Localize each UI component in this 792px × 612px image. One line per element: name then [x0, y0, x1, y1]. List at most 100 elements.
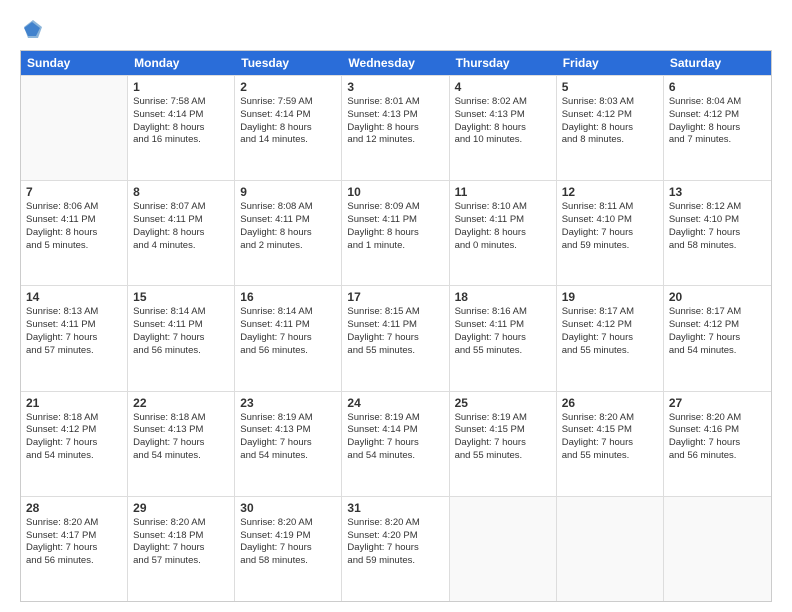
- calendar-cell: 27Sunrise: 8:20 AMSunset: 4:16 PMDayligh…: [664, 392, 771, 496]
- daylight-text-2: and 7 minutes.: [669, 134, 766, 147]
- daylight-text: Daylight: 7 hours: [133, 542, 229, 555]
- sunset-text: Sunset: 4:12 PM: [669, 319, 766, 332]
- sunset-text: Sunset: 4:11 PM: [26, 214, 122, 227]
- daylight-text: Daylight: 7 hours: [347, 332, 443, 345]
- sunrise-text: Sunrise: 8:06 AM: [26, 201, 122, 214]
- sunrise-text: Sunrise: 8:12 AM: [669, 201, 766, 214]
- sunrise-text: Sunrise: 8:20 AM: [133, 517, 229, 530]
- sunset-text: Sunset: 4:15 PM: [562, 424, 658, 437]
- daylight-text: Daylight: 7 hours: [240, 332, 336, 345]
- calendar-cell: 13Sunrise: 8:12 AMSunset: 4:10 PMDayligh…: [664, 181, 771, 285]
- sunset-text: Sunset: 4:10 PM: [562, 214, 658, 227]
- sunset-text: Sunset: 4:19 PM: [240, 530, 336, 543]
- sunset-text: Sunset: 4:11 PM: [347, 214, 443, 227]
- sunrise-text: Sunrise: 8:17 AM: [669, 306, 766, 319]
- day-number: 11: [455, 185, 551, 199]
- daylight-text: Daylight: 8 hours: [133, 227, 229, 240]
- daylight-text: Daylight: 7 hours: [455, 437, 551, 450]
- daylight-text-2: and 56 minutes.: [240, 345, 336, 358]
- calendar-cell: 4Sunrise: 8:02 AMSunset: 4:13 PMDaylight…: [450, 76, 557, 180]
- calendar-cell: 20Sunrise: 8:17 AMSunset: 4:12 PMDayligh…: [664, 286, 771, 390]
- calendar-row-5: 28Sunrise: 8:20 AMSunset: 4:17 PMDayligh…: [21, 496, 771, 601]
- daylight-text-2: and 56 minutes.: [133, 345, 229, 358]
- daylight-text: Daylight: 7 hours: [240, 542, 336, 555]
- sunset-text: Sunset: 4:11 PM: [347, 319, 443, 332]
- calendar-cell: 15Sunrise: 8:14 AMSunset: 4:11 PMDayligh…: [128, 286, 235, 390]
- sunrise-text: Sunrise: 8:09 AM: [347, 201, 443, 214]
- day-number: 22: [133, 396, 229, 410]
- daylight-text-2: and 0 minutes.: [455, 240, 551, 253]
- calendar-cell: 30Sunrise: 8:20 AMSunset: 4:19 PMDayligh…: [235, 497, 342, 601]
- sunset-text: Sunset: 4:17 PM: [26, 530, 122, 543]
- sunset-text: Sunset: 4:14 PM: [347, 424, 443, 437]
- sunset-text: Sunset: 4:11 PM: [26, 319, 122, 332]
- daylight-text-2: and 1 minute.: [347, 240, 443, 253]
- sunset-text: Sunset: 4:14 PM: [133, 109, 229, 122]
- sunset-text: Sunset: 4:11 PM: [455, 319, 551, 332]
- sunset-text: Sunset: 4:15 PM: [455, 424, 551, 437]
- calendar-cell: 23Sunrise: 8:19 AMSunset: 4:13 PMDayligh…: [235, 392, 342, 496]
- calendar-cell: 7 Sunrise: 8:06 AMSunset: 4:11 PMDaylight…: [21, 181, 128, 285]
- calendar-body: 1Sunrise: 7:58 AMSunset: 4:14 PMDaylight…: [21, 75, 771, 601]
- sunset-text: Sunset: 4:11 PM: [455, 214, 551, 227]
- calendar-cell: 26Sunrise: 8:20 AMSunset: 4:15 PMDayligh…: [557, 392, 664, 496]
- sunrise-text: Sunrise: 8:14 AM: [133, 306, 229, 319]
- day-number: 7: [26, 185, 122, 199]
- daylight-text: Daylight: 7 hours: [562, 437, 658, 450]
- calendar-cell: 25Sunrise: 8:19 AMSunset: 4:15 PMDayligh…: [450, 392, 557, 496]
- daylight-text: Daylight: 8 hours: [562, 122, 658, 135]
- calendar-cell: 2Sunrise: 7:59 AMSunset: 4:14 PMDaylight…: [235, 76, 342, 180]
- day-number: 14: [26, 290, 122, 304]
- calendar-row-2: 7Sunrise: 8:06 AMSunset: 4:11 PMDaylight…: [21, 180, 771, 285]
- sunrise-text: Sunrise: 7:58 AM: [133, 96, 229, 109]
- sunrise-text: Sunrise: 8:08 AM: [240, 201, 336, 214]
- daylight-text-2: and 56 minutes.: [669, 450, 766, 463]
- calendar-cell: [21, 76, 128, 180]
- page: SundayMondayTuesdayWednesdayThursdayFrid…: [0, 0, 792, 612]
- daylight-text-2: and 55 minutes.: [562, 450, 658, 463]
- daylight-text: Daylight: 8 hours: [26, 227, 122, 240]
- calendar-cell: 28Sunrise: 8:20 AMSunset: 4:17 PMDayligh…: [21, 497, 128, 601]
- calendar-cell: [664, 497, 771, 601]
- sunrise-text: Sunrise: 8:07 AM: [133, 201, 229, 214]
- header: [20, 18, 772, 40]
- calendar-cell: 3Sunrise: 8:01 AMSunset: 4:13 PMDaylight…: [342, 76, 449, 180]
- daylight-text: Daylight: 7 hours: [133, 332, 229, 345]
- sunset-text: Sunset: 4:13 PM: [347, 109, 443, 122]
- sunrise-text: Sunrise: 8:20 AM: [26, 517, 122, 530]
- daylight-text: Daylight: 7 hours: [562, 227, 658, 240]
- daylight-text: Daylight: 7 hours: [455, 332, 551, 345]
- day-number: 6: [669, 80, 766, 94]
- logo: [20, 18, 44, 40]
- sunrise-text: Sunrise: 8:19 AM: [455, 412, 551, 425]
- sunset-text: Sunset: 4:13 PM: [455, 109, 551, 122]
- daylight-text-2: and 2 minutes.: [240, 240, 336, 253]
- daylight-text-2: and 5 minutes.: [26, 240, 122, 253]
- daylight-text-2: and 55 minutes.: [562, 345, 658, 358]
- sunrise-text: Sunrise: 8:02 AM: [455, 96, 551, 109]
- calendar-cell: 6Sunrise: 8:04 AMSunset: 4:12 PMDaylight…: [664, 76, 771, 180]
- sunset-text: Sunset: 4:13 PM: [240, 424, 336, 437]
- daylight-text-2: and 55 minutes.: [347, 345, 443, 358]
- calendar-cell: 21Sunrise: 8:18 AMSunset: 4:12 PMDayligh…: [21, 392, 128, 496]
- day-number: 12: [562, 185, 658, 199]
- daylight-text: Daylight: 7 hours: [562, 332, 658, 345]
- daylight-text-2: and 12 minutes.: [347, 134, 443, 147]
- calendar-cell: 16Sunrise: 8:14 AMSunset: 4:11 PMDayligh…: [235, 286, 342, 390]
- daylight-text-2: and 14 minutes.: [240, 134, 336, 147]
- daylight-text: Daylight: 7 hours: [240, 437, 336, 450]
- daylight-text: Daylight: 8 hours: [669, 122, 766, 135]
- calendar-row-4: 21Sunrise: 8:18 AMSunset: 4:12 PMDayligh…: [21, 391, 771, 496]
- sunset-text: Sunset: 4:14 PM: [240, 109, 336, 122]
- daylight-text: Daylight: 7 hours: [669, 437, 766, 450]
- sunrise-text: Sunrise: 8:13 AM: [26, 306, 122, 319]
- calendar-cell: [557, 497, 664, 601]
- sunrise-text: Sunrise: 8:19 AM: [347, 412, 443, 425]
- day-number: 19: [562, 290, 658, 304]
- daylight-text: Daylight: 8 hours: [347, 122, 443, 135]
- daylight-text: Daylight: 8 hours: [347, 227, 443, 240]
- daylight-text-2: and 56 minutes.: [26, 555, 122, 568]
- sunrise-text: Sunrise: 8:15 AM: [347, 306, 443, 319]
- day-number: 9: [240, 185, 336, 199]
- daylight-text: Daylight: 7 hours: [26, 542, 122, 555]
